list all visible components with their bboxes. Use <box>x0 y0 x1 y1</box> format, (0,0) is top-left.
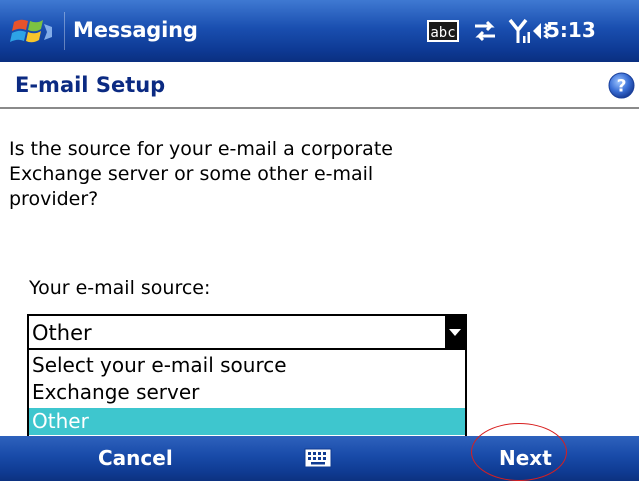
dropdown-toggle[interactable] <box>445 316 465 348</box>
email-source-label: Your e-mail source: <box>29 277 211 299</box>
app-title: Messaging <box>73 18 198 42</box>
keyboard-icon[interactable] <box>304 448 332 468</box>
page-title: E-mail Setup <box>15 73 166 97</box>
next-button[interactable]: Next <box>499 444 552 472</box>
input-method-icon[interactable]: abc <box>426 16 460 46</box>
help-icon[interactable]: ? <box>608 72 635 99</box>
chevron-down-icon <box>449 329 461 336</box>
email-source-options-list: Select your e-mail source Exchange serve… <box>27 350 467 436</box>
email-source-selected-value: Other <box>32 321 92 345</box>
page-header: E-mail Setup ? <box>0 62 639 109</box>
clock-time[interactable]: 5:13 <box>546 17 596 43</box>
windows-start-icon[interactable] <box>8 12 60 50</box>
softkey-bar: Cancel Next <box>0 436 639 481</box>
svg-text:abc: abc <box>430 25 455 41</box>
svg-text:?: ? <box>617 77 627 97</box>
title-bar: Messaging abc 5:13 <box>0 0 639 62</box>
email-source-select[interactable]: Other <box>27 314 467 350</box>
cancel-button[interactable]: Cancel <box>98 444 173 472</box>
option-exchange-server[interactable]: Exchange server <box>29 379 465 406</box>
connectivity-icon[interactable] <box>471 16 499 46</box>
option-select-source[interactable]: Select your e-mail source <box>29 352 465 379</box>
setup-question: Is the source for your e-mail a corporat… <box>9 138 393 210</box>
title-divider <box>64 12 65 50</box>
option-other[interactable]: Other <box>29 408 465 435</box>
